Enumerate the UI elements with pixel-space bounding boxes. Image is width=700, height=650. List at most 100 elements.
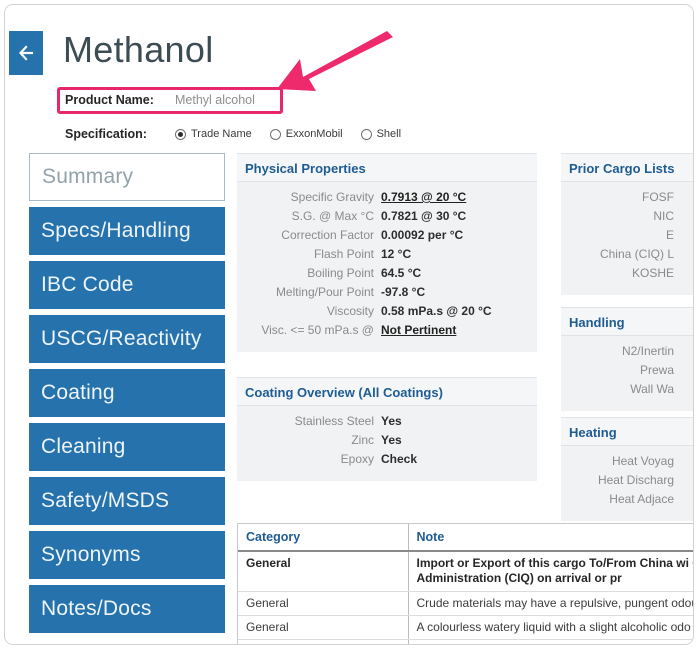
- panel-title: Heating: [561, 417, 694, 446]
- sidebar-item-label: Summary: [42, 165, 133, 189]
- product-name-label: Product Name:: [65, 93, 154, 107]
- column-header-note[interactable]: Note: [408, 524, 694, 551]
- property-label: Correction Factor: [241, 228, 381, 242]
- property-row: S.G. @ Max °C 0.7821 @ 30 °C: [237, 209, 527, 228]
- cell-note: Chemical Formula: CH₃OH: [408, 640, 694, 645]
- radio-indicator-exxonmobil[interactable]: [270, 129, 281, 140]
- property-value: 12 °C: [381, 247, 527, 261]
- sidebar-item-label: USCG/Reactivity: [41, 327, 202, 351]
- property-row: Zinc Yes: [237, 433, 527, 452]
- property-row: Heat Discharg: [561, 473, 694, 492]
- application-page: Methanol Product Name: Methyl alcohol Sp…: [5, 5, 694, 645]
- table-row[interactable]: General Crude materials may have a repul…: [238, 591, 694, 615]
- property-label: Heat Adjace: [563, 492, 681, 506]
- sidebar-item-label: Notes/Docs: [41, 597, 152, 621]
- sidebar-item-specs-handling[interactable]: Specs/Handling: [29, 207, 225, 255]
- property-label: Viscosity: [241, 304, 381, 318]
- panel-physical-properties: Physical Properties Specific Gravity 0.7…: [237, 153, 537, 352]
- sidebar-item-uscg-reactivity[interactable]: USCG/Reactivity: [29, 315, 225, 363]
- screenshot-frame: Methanol Product Name: Methyl alcohol Sp…: [4, 4, 694, 645]
- table-row[interactable]: General Import or Export of this cargo T…: [238, 551, 694, 591]
- property-row: Correction Factor 0.00092 per °C: [237, 228, 527, 247]
- column-header-category[interactable]: Category: [238, 524, 408, 551]
- property-label: Stainless Steel: [241, 414, 381, 428]
- property-label: N2/Inertin: [563, 344, 681, 358]
- panel-title: Coating Overview (All Coatings): [237, 377, 537, 406]
- radio-shell[interactable]: Shell: [361, 128, 401, 140]
- panel-prior-cargo-lists: Prior Cargo Lists FOSF NIC E China (CIQ)…: [561, 153, 694, 295]
- property-label: NIC: [563, 209, 681, 223]
- property-value[interactable]: Not Pertinent: [381, 323, 527, 337]
- property-label: Specific Gravity: [241, 190, 381, 204]
- property-row: Melting/Pour Point -97.8 °C: [237, 285, 527, 304]
- property-label: Epoxy: [241, 452, 381, 466]
- property-row: Wall Wa: [561, 382, 694, 401]
- radio-exxonmobil[interactable]: ExxonMobil: [270, 128, 343, 140]
- sidebar-nav: Summary Specs/Handling IBC Code USCG/Rea…: [29, 153, 225, 639]
- sidebar-item-label: Coating: [41, 381, 115, 405]
- cell-note: A colourless watery liquid with a slight…: [408, 616, 694, 640]
- property-row: China (CIQ) L: [561, 247, 694, 266]
- property-value[interactable]: 0.7913 @ 20 °C: [381, 190, 527, 204]
- table-row[interactable]: General A colourless watery liquid with …: [238, 616, 694, 640]
- property-label: Boiling Point: [241, 266, 381, 280]
- radio-indicator-trade-name[interactable]: [175, 129, 186, 140]
- sidebar-item-label: Specs/Handling: [41, 219, 191, 243]
- property-value: Yes: [381, 433, 527, 447]
- cell-note: Crude materials may have a repulsive, pu…: [408, 591, 694, 615]
- property-value: 0.7821 @ 30 °C: [381, 209, 527, 223]
- page-title: Methanol: [63, 29, 214, 71]
- radio-indicator-shell[interactable]: [361, 129, 372, 140]
- sidebar-item-label: Cleaning: [41, 435, 126, 459]
- property-value: Check: [381, 452, 527, 466]
- panel-body: Heat Voyag Heat Discharg Heat Adjace: [561, 446, 694, 521]
- cell-category: General: [238, 640, 408, 645]
- radio-label-exxonmobil: ExxonMobil: [286, 128, 343, 140]
- property-value: 64.5 °C: [381, 266, 527, 280]
- cell-note: Import or Export of this cargo To/From C…: [408, 551, 694, 591]
- sidebar-item-safety-msds[interactable]: Safety/MSDS: [29, 477, 225, 525]
- property-row: Specific Gravity 0.7913 @ 20 °C: [237, 190, 527, 209]
- table-row[interactable]: General Chemical Formula: CH₃OH: [238, 640, 694, 645]
- sidebar-item-label: IBC Code: [41, 273, 134, 297]
- sidebar-item-notes-docs[interactable]: Notes/Docs: [29, 585, 225, 633]
- property-label: Visc. <= 50 mPa.s @: [241, 323, 381, 337]
- panel-body: FOSF NIC E China (CIQ) L KOSHE: [561, 182, 694, 295]
- property-label: KOSHE: [563, 266, 681, 280]
- property-label: S.G. @ Max °C: [241, 209, 381, 223]
- property-value: 0.58 mPa.s @ 20 °C: [381, 304, 527, 318]
- sidebar-item-ibc-code[interactable]: IBC Code: [29, 261, 225, 309]
- property-row: E: [561, 228, 694, 247]
- property-label: Flash Point: [241, 247, 381, 261]
- specification-row: Specification: Trade Name ExxonMobil She…: [65, 124, 419, 144]
- property-row: Viscosity 0.58 mPa.s @ 20 °C: [237, 304, 527, 323]
- sidebar-item-label: Synonyms: [41, 543, 141, 567]
- panel-coating-overview: Coating Overview (All Coatings) Stainles…: [237, 377, 537, 481]
- panel-body: N2/Inertin Prewa Wall Wa: [561, 336, 694, 411]
- cell-category: General: [238, 591, 408, 615]
- panel-heating: Heating Heat Voyag Heat Discharg Heat Ad…: [561, 417, 694, 521]
- panel-title: Physical Properties: [237, 153, 537, 182]
- property-row: Epoxy Check: [237, 452, 527, 471]
- sidebar-item-cleaning[interactable]: Cleaning: [29, 423, 225, 471]
- back-arrow-icon[interactable]: [9, 31, 43, 75]
- property-row: Flash Point 12 °C: [237, 247, 527, 266]
- panel-handling: Handling N2/Inertin Prewa Wall Wa: [561, 307, 694, 411]
- notes-table: Category Note General Import or Export o…: [237, 523, 694, 645]
- sidebar-item-summary[interactable]: Summary: [29, 153, 225, 201]
- sidebar-item-synonyms[interactable]: Synonyms: [29, 531, 225, 579]
- property-label: Zinc: [241, 433, 381, 447]
- property-row: KOSHE: [561, 266, 694, 285]
- sidebar-item-label: Safety/MSDS: [41, 489, 169, 513]
- property-row: N2/Inertin: [561, 344, 694, 363]
- cell-category: General: [238, 551, 408, 591]
- property-row: Boiling Point 64.5 °C: [237, 266, 527, 285]
- panel-body: Stainless Steel Yes Zinc Yes Epoxy Check: [237, 406, 537, 481]
- property-row: Heat Adjace: [561, 492, 694, 511]
- property-label: Prewa: [563, 363, 681, 377]
- property-row: NIC: [561, 209, 694, 228]
- radio-trade-name[interactable]: Trade Name: [175, 128, 252, 140]
- sidebar-item-coating[interactable]: Coating: [29, 369, 225, 417]
- property-value: Yes: [381, 414, 527, 428]
- property-row: Prewa: [561, 363, 694, 382]
